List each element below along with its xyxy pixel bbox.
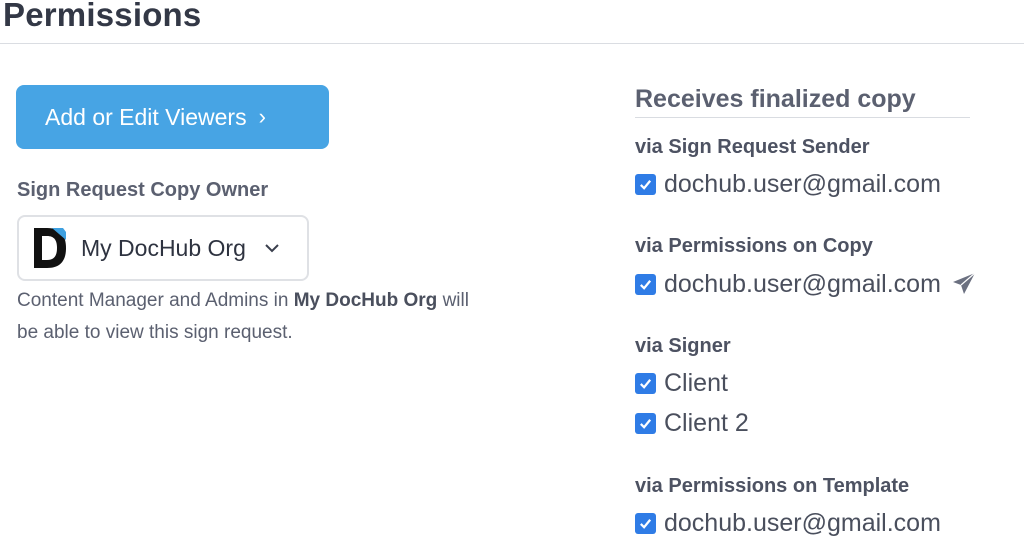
page-title: Permissions	[3, 0, 202, 33]
recipient-row: Client	[635, 367, 728, 399]
recipient-email: dochub.user@gmail.com	[664, 508, 941, 537]
recipient-checkbox[interactable]	[635, 273, 656, 295]
recipient-email: dochub.user@gmail.com	[664, 169, 941, 198]
recipient-checkbox[interactable]	[635, 412, 656, 434]
add-edit-viewers-label: Add or Edit Viewers	[45, 103, 247, 130]
selected-org: My DocHub Org	[81, 234, 246, 261]
finalized-copy-divider	[635, 117, 970, 118]
recipient-name: Client	[664, 368, 728, 397]
add-edit-viewers-button[interactable]: Add or Edit Viewers ›	[16, 85, 329, 149]
recipient-row: dochub.user@gmail.com	[635, 268, 977, 300]
finalized-copy-title: Receives finalized copy	[635, 85, 916, 113]
recipient-row: dochub.user@gmail.com	[635, 168, 941, 200]
recipient-checkbox[interactable]	[635, 173, 656, 195]
group-label-permissions-on-template: via Permissions on Template	[635, 475, 910, 497]
group-label-permissions-on-copy: via Permissions on Copy	[635, 235, 873, 257]
recipient-checkbox[interactable]	[635, 372, 656, 394]
recipient-row: Client 2	[635, 407, 749, 439]
group-label-sign-request-sender: via Sign Request Sender	[635, 136, 870, 158]
copy-owner-help-text: Content Manager and Admins in My DocHub …	[17, 290, 469, 343]
dochub-logo-icon	[34, 228, 66, 268]
group-label-signer: via Signer	[635, 335, 731, 357]
copy-owner-label: Sign Request Copy Owner	[17, 179, 269, 201]
chevron-right-icon: ›	[258, 104, 266, 129]
recipient-email: dochub.user@gmail.com	[664, 269, 941, 298]
recipient-row: dochub.user@gmail.com	[635, 507, 941, 539]
help-org-name: My DocHub Org	[293, 290, 438, 311]
recipient-name: Client 2	[664, 408, 749, 437]
send-icon[interactable]	[951, 271, 977, 297]
recipient-checkbox[interactable]	[635, 512, 656, 534]
chevron-down-icon	[265, 244, 279, 253]
copy-owner-select[interactable]: My DocHub Org	[17, 215, 309, 281]
title-divider	[0, 43, 1024, 44]
